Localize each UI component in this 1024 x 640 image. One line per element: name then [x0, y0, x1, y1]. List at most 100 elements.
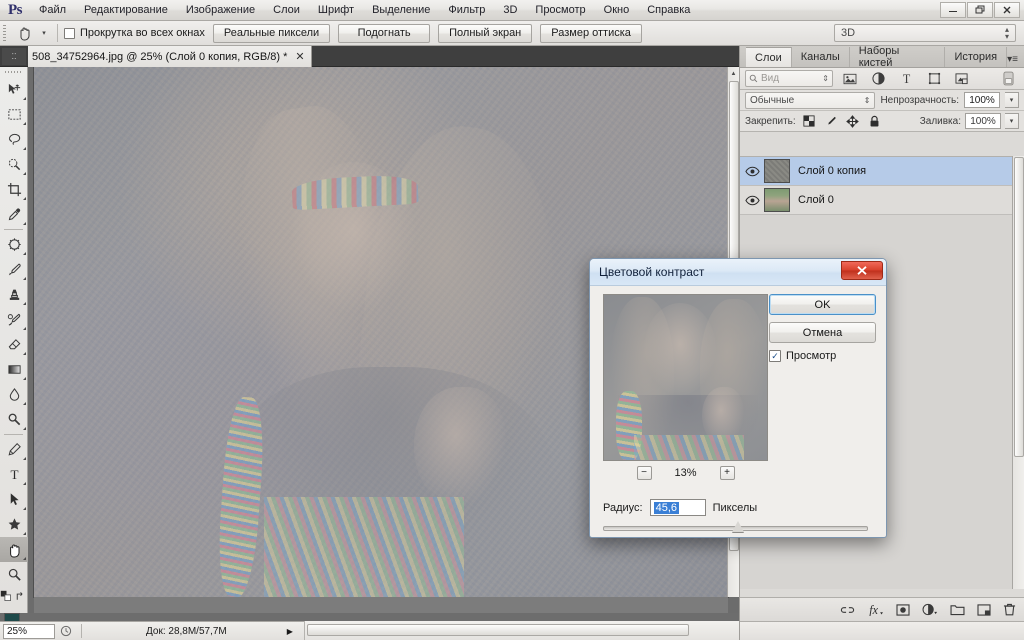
tab-brush-presets[interactable]: Наборы кистей	[849, 45, 946, 69]
active-tool-icon[interactable]	[11, 22, 37, 44]
swap-colors-icon[interactable]	[14, 590, 27, 603]
layer-name[interactable]: Слой 0	[798, 194, 834, 206]
layers-vscroll-thumb[interactable]	[1014, 157, 1024, 457]
dodge-tool[interactable]	[0, 407, 28, 432]
dialog-close-button[interactable]	[841, 261, 883, 280]
menu-edit[interactable]: Редактирование	[75, 1, 177, 20]
lock-all-icon[interactable]	[866, 115, 884, 128]
fit-screen-button[interactable]: Подогнать	[338, 23, 431, 43]
filter-preview[interactable]	[603, 294, 768, 461]
path-selection-tool[interactable]	[0, 487, 28, 512]
radius-slider[interactable]	[603, 521, 868, 532]
new-group-icon[interactable]	[950, 604, 965, 616]
blend-mode-select[interactable]: Обычные ⇕	[745, 91, 876, 109]
opacity-dropdown-icon[interactable]: ▾	[1005, 92, 1019, 108]
filter-shape-layers-icon[interactable]	[923, 72, 945, 85]
filter-pixel-layers-icon[interactable]	[839, 73, 861, 85]
workspace-selector[interactable]: 3D ▴ ▾	[834, 24, 1016, 42]
zoom-tool[interactable]	[0, 562, 28, 587]
layer-visibility-toggle[interactable]	[740, 195, 764, 206]
link-layers-icon[interactable]	[840, 604, 855, 616]
filter-kind-select[interactable]: Вид ⇕	[745, 70, 833, 87]
filter-type-layers-icon[interactable]: T	[895, 72, 917, 85]
panel-menu-icon[interactable]: ▾≡	[1007, 55, 1018, 65]
fill-dropdown-icon[interactable]: ▾	[1005, 113, 1019, 129]
lock-image-pixels-icon[interactable]	[822, 115, 840, 128]
preview-checkbox[interactable]: ✓ Просмотр	[769, 350, 876, 362]
radius-input[interactable]: 45,6	[649, 499, 706, 516]
print-size-button[interactable]: Размер оттиска	[540, 23, 642, 43]
delete-layer-icon[interactable]	[1003, 603, 1016, 616]
canvas-horizontal-scrollbar[interactable]	[304, 621, 739, 640]
history-brush-tool[interactable]	[0, 307, 28, 332]
menu-filter[interactable]: Фильтр	[439, 1, 494, 20]
tab-layers[interactable]: Слои	[746, 47, 792, 67]
fill-screen-button[interactable]: Полный экран	[438, 23, 533, 43]
dialog-cancel-button[interactable]: Отмена	[769, 322, 876, 343]
radius-slider-handle[interactable]	[732, 521, 744, 532]
type-tool[interactable]: T	[0, 462, 28, 487]
tab-close-icon[interactable]: ✕	[295, 50, 304, 63]
layer-name[interactable]: Слой 0 копия	[798, 165, 866, 177]
new-layer-icon[interactable]	[977, 603, 991, 616]
marquee-tool[interactable]	[0, 102, 28, 127]
tab-channels[interactable]: Каналы	[791, 47, 850, 67]
fill-input[interactable]: 100%	[965, 113, 1001, 129]
blur-tool[interactable]	[0, 382, 28, 407]
menu-window[interactable]: Окно	[595, 1, 639, 20]
layer-thumbnail[interactable]	[764, 159, 790, 183]
status-expand-arrow-icon[interactable]: ▶	[287, 627, 293, 636]
tab-bar-grip[interactable]: ⁚⁚	[2, 48, 26, 65]
actual-pixels-button[interactable]: Реальные пиксели	[212, 23, 331, 43]
layer-row-copy[interactable]: Слой 0 копия	[740, 157, 1012, 186]
dialog-title-bar[interactable]: Цветовой контраст	[590, 259, 886, 286]
layer-thumbnail[interactable]	[764, 188, 790, 212]
menu-select[interactable]: Выделение	[363, 1, 439, 20]
menu-view[interactable]: Просмотр	[526, 1, 594, 20]
spot-healing-tool[interactable]	[0, 232, 28, 257]
tools-panel-grip[interactable]	[0, 67, 27, 77]
gradient-tool[interactable]	[0, 357, 28, 382]
layer-visibility-toggle[interactable]	[740, 166, 764, 177]
status-options-icon[interactable]	[55, 625, 77, 637]
maximize-restore-button[interactable]	[967, 2, 993, 18]
dialog-ok-button[interactable]: OK	[769, 294, 876, 315]
eraser-tool[interactable]	[0, 332, 28, 357]
brush-tool[interactable]	[0, 257, 28, 282]
menu-help[interactable]: Справка	[638, 1, 699, 20]
clone-stamp-tool[interactable]	[0, 282, 28, 307]
menu-layers[interactable]: Слои	[264, 1, 309, 20]
menu-image[interactable]: Изображение	[177, 1, 264, 20]
menu-file[interactable]: Файл	[30, 1, 75, 20]
preview-zoom-in-button[interactable]: +	[719, 466, 735, 480]
layer-style-fx-icon[interactable]: fx	[867, 603, 884, 616]
tab-history[interactable]: История	[945, 47, 1008, 67]
filter-toggle-switch[interactable]	[997, 71, 1019, 86]
menu-3d[interactable]: 3D	[494, 1, 526, 20]
minimize-button[interactable]	[940, 2, 966, 18]
tool-preset-caret-icon[interactable]: ▾	[37, 29, 51, 37]
lasso-tool[interactable]	[0, 127, 28, 152]
preview-zoom-out-button[interactable]: −	[636, 466, 652, 480]
opacity-input[interactable]: 100%	[964, 92, 1000, 108]
filter-adjustment-layers-icon[interactable]	[867, 72, 889, 85]
zoom-level-input[interactable]: 25%	[3, 623, 55, 639]
layers-vertical-scrollbar[interactable]	[1012, 156, 1024, 589]
close-button[interactable]	[994, 2, 1020, 18]
hand-tool[interactable]	[0, 537, 28, 562]
lock-position-icon[interactable]	[844, 114, 862, 128]
options-bar-grip[interactable]	[0, 20, 9, 46]
crop-tool[interactable]	[0, 177, 28, 202]
filter-smart-objects-icon[interactable]	[951, 72, 973, 85]
menu-type[interactable]: Шрифт	[309, 1, 363, 20]
canvas-hscroll-thumb[interactable]	[307, 624, 689, 636]
layer-row-base[interactable]: Слой 0	[740, 186, 1012, 215]
pen-tool[interactable]	[0, 437, 28, 462]
adjustment-layer-icon[interactable]	[922, 603, 938, 616]
default-colors-icon[interactable]	[0, 590, 13, 603]
document-tab[interactable]: 508_34752964.jpg @ 25% (Слой 0 копия, RG…	[28, 46, 312, 67]
lock-transparent-pixels-icon[interactable]	[800, 115, 818, 127]
layer-mask-icon[interactable]	[896, 603, 910, 616]
move-tool[interactable]	[0, 77, 28, 102]
scroll-all-windows-checkbox[interactable]: Прокрутка во всех окнах	[64, 27, 205, 39]
